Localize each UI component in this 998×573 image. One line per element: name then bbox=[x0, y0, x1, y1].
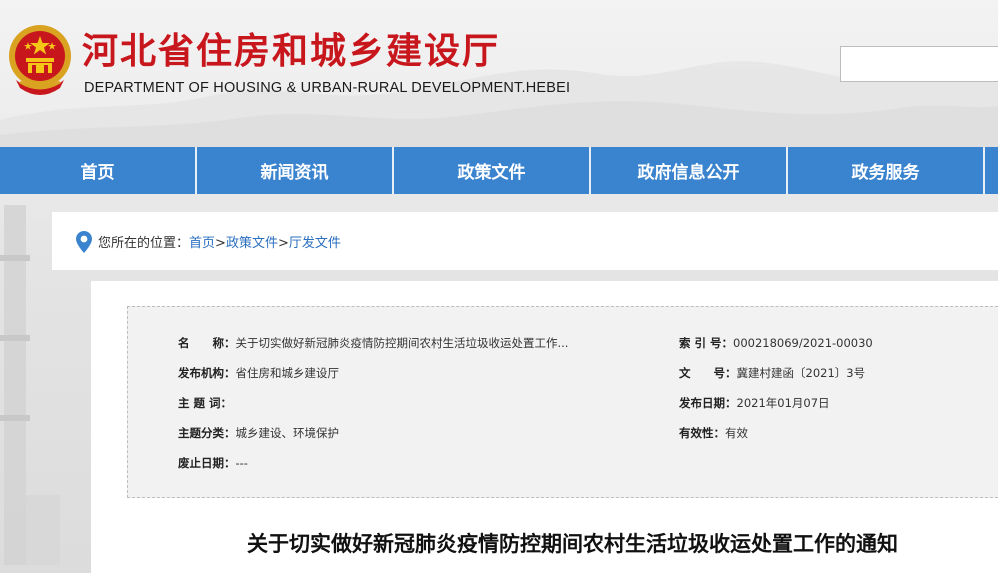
breadcrumb-link-policy-documents[interactable]: 政策文件 bbox=[226, 236, 278, 251]
breadcrumb-text: 您所在的位置：首页>政策文件>厅发文件 bbox=[98, 232, 341, 251]
meta-row-name: 名 称：关于切实做好新冠肺炎疫情防控期间农村生活垃圾收运处置工作... bbox=[178, 335, 568, 351]
meta-keywords-label: 主 题 词： bbox=[178, 396, 233, 410]
meta-docno-value: 冀建村建函〔2021〕3号 bbox=[736, 366, 866, 380]
main-navigation: 首页 新闻资讯 政策文件 政府信息公开 政务服务 bbox=[0, 147, 998, 194]
meta-name-label: 名 称： bbox=[178, 336, 236, 350]
nav-item-government-services[interactable]: 政务服务 bbox=[788, 147, 985, 194]
meta-row-publisher: 发布机构：省住房和城乡建设厅 bbox=[178, 365, 339, 381]
national-emblem-icon bbox=[9, 25, 71, 95]
meta-row-publish-date: 发布日期：2021年01月07日 bbox=[679, 395, 830, 411]
search-input[interactable] bbox=[840, 46, 998, 82]
site-subtitle: DEPARTMENT OF HOUSING & URBAN-RURAL DEVE… bbox=[84, 80, 571, 96]
document-title: 关于切实做好新冠肺炎疫情防控期间农村生活垃圾收运处置工作的通知 bbox=[247, 532, 898, 556]
breadcrumb-prefix: 您所在的位置： bbox=[98, 236, 190, 251]
meta-date-label: 发布日期： bbox=[679, 396, 737, 410]
meta-name-value: 关于切实做好新冠肺炎疫情防控期间农村生活垃圾收运处置工作... bbox=[235, 336, 569, 350]
nav-item-policy-documents[interactable]: 政策文件 bbox=[394, 147, 591, 194]
document-content-panel: 名 称：关于切实做好新冠肺炎疫情防控期间农村生活垃圾收运处置工作... 索 引 … bbox=[91, 281, 998, 573]
meta-expiry-label: 废止日期： bbox=[178, 456, 236, 470]
tower-background-icon bbox=[0, 205, 60, 565]
meta-validity-value: 有效 bbox=[725, 426, 748, 440]
meta-row-expiry-date: 废止日期：--- bbox=[178, 455, 248, 471]
breadcrumb-link-home[interactable]: 首页 bbox=[189, 236, 215, 251]
meta-docno-label: 文 号： bbox=[679, 366, 737, 380]
document-metadata-box: 名 称：关于切实做好新冠肺炎疫情防控期间农村生活垃圾收运处置工作... 索 引 … bbox=[127, 306, 998, 498]
meta-row-validity: 有效性：有效 bbox=[679, 425, 748, 441]
meta-expiry-value: --- bbox=[235, 456, 248, 470]
breadcrumb: 您所在的位置：首页>政策文件>厅发文件 bbox=[52, 212, 998, 270]
meta-index-label: 索 引 号： bbox=[679, 336, 734, 350]
meta-index-value: 000218069/2021-00030 bbox=[733, 336, 873, 350]
breadcrumb-separator: > bbox=[277, 236, 289, 251]
meta-validity-label: 有效性： bbox=[679, 426, 725, 440]
nav-item-government-information[interactable]: 政府信息公开 bbox=[591, 147, 788, 194]
meta-row-document-number: 文 号：冀建村建函〔2021〕3号 bbox=[679, 365, 865, 381]
meta-publisher-label: 发布机构： bbox=[178, 366, 236, 380]
breadcrumb-separator: > bbox=[215, 236, 226, 251]
nav-item-news[interactable]: 新闻资讯 bbox=[197, 147, 394, 194]
meta-row-index: 索 引 号：000218069/2021-00030 bbox=[679, 335, 873, 351]
meta-date-value: 2021年01月07日 bbox=[736, 396, 830, 410]
breadcrumb-link-department-documents[interactable]: 厅发文件 bbox=[289, 236, 341, 251]
meta-category-value: 城乡建设、环境保护 bbox=[235, 426, 340, 440]
site-title: 河北省住房和城乡建设厅 bbox=[82, 31, 501, 72]
meta-category-label: 主题分类： bbox=[178, 426, 236, 440]
meta-row-keywords: 主 题 词： bbox=[178, 395, 232, 411]
meta-publisher-value: 省住房和城乡建设厅 bbox=[235, 366, 340, 380]
location-pin-icon bbox=[76, 231, 92, 253]
nav-item-home[interactable]: 首页 bbox=[0, 147, 197, 194]
meta-row-category: 主题分类：城乡建设、环境保护 bbox=[178, 425, 339, 441]
site-header: 河北省住房和城乡建设厅 DEPARTMENT OF HOUSING & URBA… bbox=[0, 0, 998, 146]
